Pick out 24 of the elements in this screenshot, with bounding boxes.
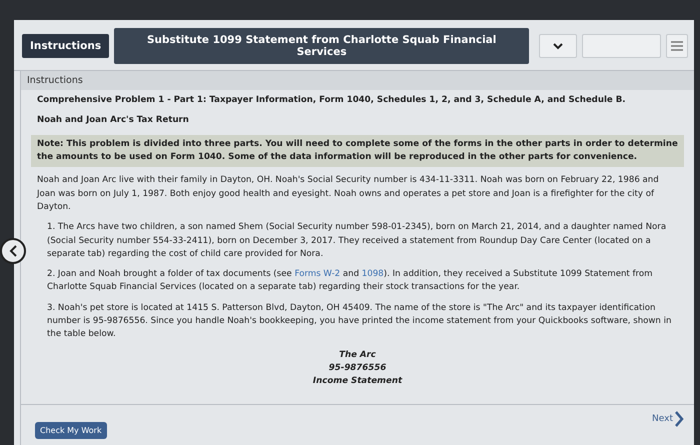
menu-button[interactable] <box>666 34 688 58</box>
menu-icon <box>671 41 684 51</box>
statement-heading: 95-9876556 <box>328 362 386 375</box>
note-text: Note: This problem is divided into three parts. You will need to complete some of the forms in the other parts in order to determine the amounts to be used on Form 1040. Some of the data information will be reproduced in the other parts for convenience. <box>31 134 684 168</box>
chevron-down-icon <box>553 42 564 50</box>
numbered-paragraph: 2. Joan and Noah brought a folder of tax documents (see Forms W-2 and 1098). In addition, they received a Substitute 1099 Statement from Charlotte Squab Financial Services (located on a separate tab) regarding their stock transactions for the year. <box>46 268 654 294</box>
return-title: Noah and Joan Arc's Tax Return <box>36 114 190 128</box>
document-link[interactable]: 1098 <box>362 269 384 280</box>
dropdown-button[interactable] <box>539 34 577 58</box>
numbered-paragraph: 3. Noah's pet store is located at 1415 S. Patterson Blvd, Dayton, OH 45409. The name of the store is "The Arc" and its taxpayer identification number is 95-9876556. Since you handle Noah's bookkeeping, you have printed the income statement from your Quickbooks software, shown in the table below. <box>46 302 672 342</box>
chevron-left-icon <box>9 245 17 257</box>
statement-heading: The Arc <box>339 348 376 362</box>
check-my-work-button[interactable]: Check My Work <box>35 422 107 439</box>
next-link[interactable]: Next <box>652 411 684 427</box>
tab[interactable]: Substitute 1099 Statement from Charlotte Squab Financial Services <box>114 28 530 64</box>
tab[interactable]: Instructions <box>22 34 110 58</box>
intro-paragraph: Noah and Joan Arc live with their family in Dayton, OH. Noah's Social Security number is 434-11-3311. Noah was born on February 22, 1986 and Joan was born on July 1, 1987. Both enjoy good health and eyesight. Noah owns and operates a pet store and Joan is a firefighter for the city of Dayton. <box>36 174 660 214</box>
numbered-paragraph: 1. The Arcs have two children, a son named Shem (Social Security number 598-01-2345), born on March 21, 2014, and a daughter named Nora (Social Security number 554-33-2411), born on December 3, 2017. They received a statement from Roundup Day Care Center (located on a separate tab) regarding the cost of child care provided for Nora. <box>46 221 668 261</box>
chevron-right-icon <box>675 411 684 427</box>
statement-heading: Income Statement <box>312 375 402 388</box>
problem-title: Comprehensive Problem 1 - Part 1: Taxpayer Information, Form 1040, Schedules 1, 2, and 3, Schedule A, and Schedule B. <box>36 94 627 107</box>
document-link[interactable]: Forms W-2 <box>294 269 340 280</box>
back-button[interactable] <box>0 238 26 264</box>
section-header: Instructions <box>21 71 694 90</box>
